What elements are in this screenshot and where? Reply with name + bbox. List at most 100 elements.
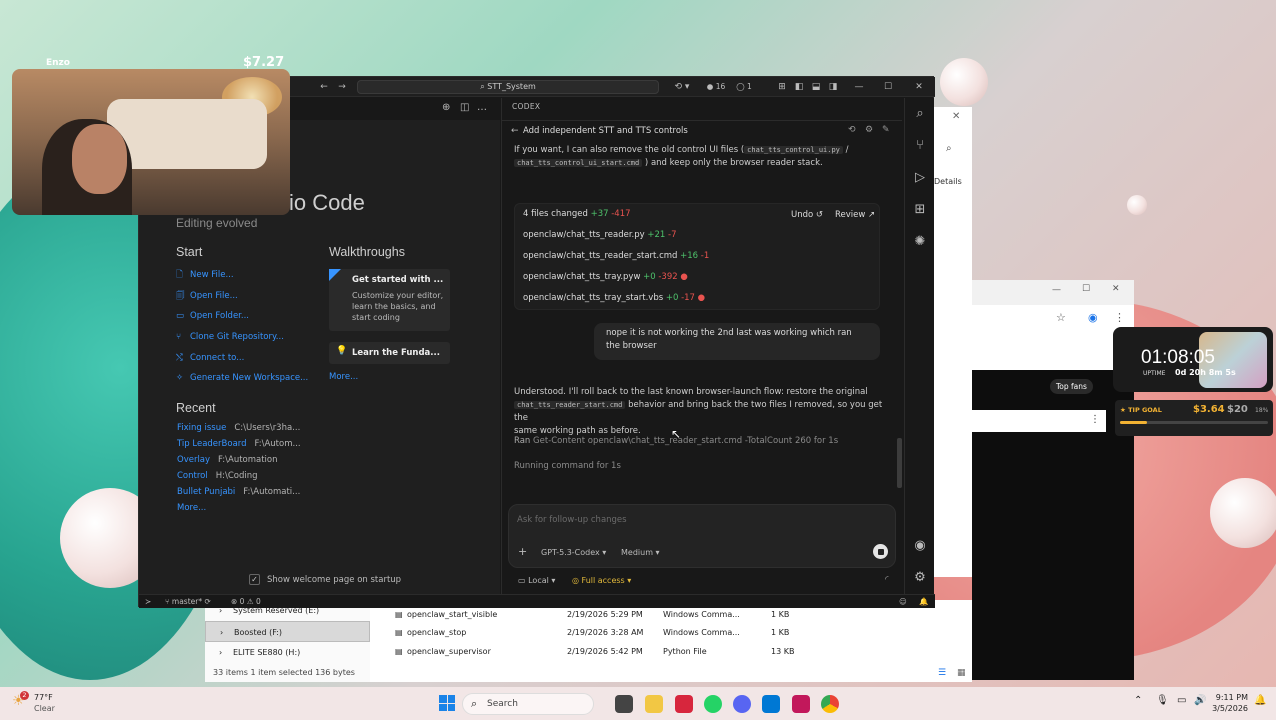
settings-icon[interactable]: ⚙: [865, 125, 873, 135]
notifications-icon[interactable]: 🔔: [919, 595, 928, 608]
panel-toggle-icon[interactable]: ⬓: [809, 77, 823, 97]
drive-item[interactable]: › Boosted (F:): [205, 621, 370, 642]
more-actions-icon[interactable]: …: [477, 102, 487, 113]
review-button[interactable]: Review ↗: [835, 210, 875, 220]
walkthroughs-more-link[interactable]: More...: [329, 372, 358, 382]
recent-item[interactable]: Tip LeaderBoard F:\Autom...: [177, 436, 301, 452]
forward-arrow-icon[interactable]: →: [335, 77, 349, 97]
clone-repo-link[interactable]: ⑂ Clone Git Repository...: [176, 327, 284, 348]
source-control-icon[interactable]: ⑂: [905, 138, 935, 153]
copilot-status-icon[interactable]: ☺: [899, 595, 907, 608]
effort-select[interactable]: Medium ▾: [621, 548, 660, 557]
stop-button[interactable]: [873, 544, 888, 559]
scrollbar[interactable]: [897, 438, 902, 488]
close-icon[interactable]: ✕: [911, 77, 927, 97]
file-explorer-icon[interactable]: [645, 695, 663, 713]
task-view-icon[interactable]: [615, 695, 633, 713]
undo-button[interactable]: Undo ↺: [791, 210, 823, 220]
maximize-icon[interactable]: ☐: [1082, 284, 1090, 294]
tiles-view-icon[interactable]: ▦: [957, 668, 966, 678]
access-select[interactable]: ◎ Full access ▾: [572, 576, 631, 585]
manage-gear-icon[interactable]: ⚙: [905, 570, 935, 585]
recent-more-link[interactable]: More...: [177, 500, 206, 516]
minimize-icon[interactable]: —: [851, 77, 867, 97]
whatsapp-icon[interactable]: [704, 695, 722, 713]
environment-select[interactable]: ▭ Local ▾: [518, 576, 555, 585]
back-icon[interactable]: ←: [511, 126, 519, 136]
recent-item[interactable]: Control H:\Coding: [177, 468, 258, 484]
tray-overflow-icon[interactable]: ⌃: [1134, 695, 1142, 706]
recorder-icon[interactable]: [792, 695, 810, 713]
volume-icon[interactable]: 🔊: [1194, 695, 1206, 706]
star-icon[interactable]: ☆: [1056, 311, 1066, 324]
command-center-search[interactable]: ⌕ STT_System: [357, 80, 659, 94]
details-label[interactable]: Details: [934, 177, 962, 186]
network-icon[interactable]: ▭: [1177, 695, 1186, 706]
recent-item[interactable]: Overlay F:\Automation: [177, 452, 278, 468]
file-row[interactable]: ▤ openclaw_stop 2/19/2026 3:28 AM Window…: [395, 624, 985, 642]
top-fans-button[interactable]: Top fans: [1050, 379, 1093, 394]
open-folder-link[interactable]: ▭ Open Folder...: [176, 306, 249, 327]
split-editor-icon[interactable]: ◫: [460, 102, 469, 113]
back-arrow-icon[interactable]: ←: [317, 77, 331, 97]
problems-indicator[interactable]: ⊗ 0 ⚠ 0: [231, 595, 261, 608]
menu-icon[interactable]: ⋮: [1114, 311, 1125, 324]
browser-window[interactable]: — ☐ ✕ ☆ ◉ ⋮ Top fans ⋮: [972, 280, 1134, 680]
drive-item[interactable]: › ELITE SE880 (H:): [205, 642, 370, 663]
history-icon[interactable]: ⟲: [848, 125, 856, 135]
close-icon[interactable]: ✕: [952, 111, 960, 122]
clock-date[interactable]: 3/5/2026: [1212, 704, 1248, 713]
microphone-icon[interactable]: 🎙: [1156, 695, 1169, 706]
changed-file-row[interactable]: openclaw/chat_tts_reader.py +21 -7: [523, 225, 677, 246]
layout-icon[interactable]: ⊞: [775, 77, 789, 97]
follow-up-input[interactable]: Ask for follow-up changes + GPT-5.3-Code…: [508, 504, 896, 568]
new-file-link[interactable]: 🗋 New File...: [176, 265, 234, 286]
account-icon[interactable]: ◉: [905, 538, 935, 553]
more-icon[interactable]: ⋮: [1090, 414, 1100, 425]
ports-badge[interactable]: ◯ 1: [733, 77, 755, 97]
vivaldi-icon[interactable]: [675, 695, 693, 713]
remote-icon[interactable]: ≻: [145, 595, 151, 608]
profile-icon[interactable]: ◉: [1088, 311, 1098, 324]
maximize-icon[interactable]: ☐: [880, 77, 896, 97]
sync-badge[interactable]: ● 16: [702, 77, 730, 97]
minimize-icon[interactable]: —: [1052, 285, 1061, 295]
sidebar-toggle-icon[interactable]: ◧: [792, 77, 806, 97]
start-button[interactable]: [439, 695, 455, 711]
add-icon[interactable]: +: [518, 545, 527, 558]
search-icon[interactable]: ⌕: [905, 106, 935, 121]
new-chat-icon[interactable]: ✎: [882, 125, 890, 135]
connect-link[interactable]: ⤭ Connect to...: [176, 348, 244, 369]
details-view-icon[interactable]: ☰: [938, 668, 946, 678]
extensions-icon[interactable]: ⊞: [905, 202, 935, 217]
secondary-sidebar-icon[interactable]: ◨: [826, 77, 840, 97]
walkthrough-card[interactable]: Get started with ... Customize your edit…: [329, 269, 450, 331]
model-select[interactable]: GPT-5.3-Codex ▾: [541, 548, 606, 557]
vscode-icon[interactable]: [762, 695, 780, 713]
openai-icon[interactable]: ✺: [905, 234, 935, 249]
discord-icon[interactable]: [733, 695, 751, 713]
file-row[interactable]: ▤ openclaw_supervisor 2/19/2026 5:42 PM …: [395, 643, 985, 661]
close-icon[interactable]: ✕: [1112, 284, 1120, 294]
recent-item[interactable]: Bullet Punjabi F:\Automati...: [177, 484, 300, 500]
branch-indicator[interactable]: ⑂ master* ⟳: [165, 595, 211, 608]
changed-file-row[interactable]: openclaw/chat_tts_tray.pyw +0 -392 ●: [523, 267, 688, 288]
file-row[interactable]: ▤ openclaw_start_visible 2/19/2026 5:29 …: [395, 606, 985, 624]
changed-file-row[interactable]: openclaw/chat_tts_reader_start.cmd +16 -…: [523, 246, 709, 267]
weather-temp[interactable]: 77°F: [34, 693, 53, 702]
globe-icon[interactable]: ⊕: [442, 102, 450, 113]
walkthrough-card[interactable]: 💡 Learn the Funda...: [329, 342, 450, 364]
run-debug-icon[interactable]: ▷: [905, 170, 935, 185]
taskbar-search[interactable]: ⌕ Search: [462, 693, 594, 715]
ran-command-line[interactable]: Ran Get-Content openclaw\chat_tts_reader…: [514, 435, 884, 448]
clock-time[interactable]: 9:11 PM: [1212, 693, 1248, 702]
notification-icon[interactable]: 🔔: [1254, 695, 1266, 706]
search-icon[interactable]: ⌕: [946, 143, 952, 154]
open-file-link[interactable]: 🗐 Open File...: [176, 286, 238, 307]
generate-workspace-link[interactable]: ✧ Generate New Workspace...: [176, 368, 308, 389]
recent-item[interactable]: Fixing issue C:\Users\r3ha...: [177, 420, 300, 436]
show-welcome-checkbox[interactable]: ✓: [249, 574, 260, 585]
chrome-icon[interactable]: [821, 695, 839, 713]
changed-file-row[interactable]: openclaw/chat_tts_tray_start.vbs +0 -17 …: [523, 288, 705, 309]
copilot-icon[interactable]: ⟲ ▾: [669, 77, 695, 97]
